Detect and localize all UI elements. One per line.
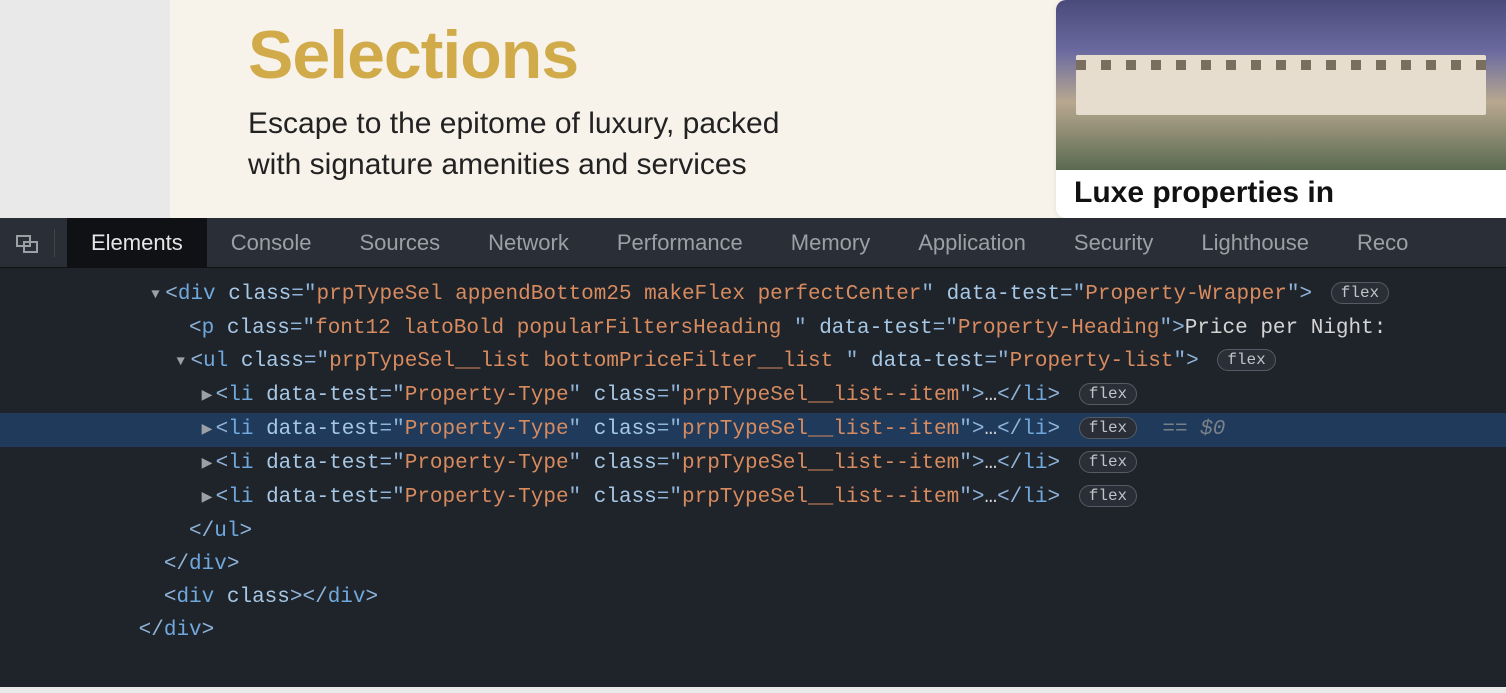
flex-badge: flex <box>1331 282 1389 304</box>
tab-network[interactable]: Network <box>464 218 593 268</box>
flex-badge: flex <box>1079 451 1137 473</box>
promo-card-caption: Luxe properties in <box>1056 170 1506 210</box>
devtools-tabbar: Elements Console Sources Network Perform… <box>0 218 1506 268</box>
expand-arrow-icon[interactable]: ▶ <box>202 414 216 447</box>
tab-performance[interactable]: Performance <box>593 218 767 268</box>
devtools-panel: Elements Console Sources Network Perform… <box>0 218 1506 687</box>
expand-arrow-icon[interactable]: ▶ <box>202 380 216 413</box>
flex-badge: flex <box>1079 485 1137 507</box>
hero-text: Selections Escape to the epitome of luxu… <box>170 0 779 218</box>
dock-icon[interactable] <box>12 228 42 258</box>
tab-console[interactable]: Console <box>207 218 336 268</box>
dom-node-list-item[interactable]: ▶<li data-test="Property-Type" class="pr… <box>0 379 1506 413</box>
dom-node-list-item[interactable]: ▶<li data-test="Property-Type" class="pr… <box>0 481 1506 515</box>
expand-arrow-icon[interactable]: ▼ <box>176 346 190 379</box>
tab-recorder[interactable]: Reco <box>1333 218 1432 268</box>
flex-badge: flex <box>1079 383 1137 405</box>
flex-badge: flex <box>1217 349 1275 371</box>
tab-elements[interactable]: Elements <box>67 218 207 268</box>
tab-security[interactable]: Security <box>1050 218 1177 268</box>
dom-node-close-ul[interactable]: </ul> <box>0 515 1506 548</box>
webpage-viewport: Selections Escape to the epitome of luxu… <box>0 0 1506 218</box>
expand-arrow-icon[interactable]: ▼ <box>151 279 165 312</box>
tab-application[interactable]: Application <box>894 218 1050 268</box>
hero-section: Selections Escape to the epitome of luxu… <box>170 0 1506 218</box>
dom-node-wrapper[interactable]: ▼<div class="prpTypeSel appendBottom25 m… <box>0 278 1506 312</box>
selected-node-indicator: == $0 <box>1162 418 1225 441</box>
subtitle-line-1: Escape to the epitome of luxury, packed <box>248 107 779 140</box>
expand-arrow-icon[interactable]: ▶ <box>202 448 216 481</box>
subtitle-line-2: with signature amenities and services <box>248 148 747 181</box>
tabbar-separator <box>54 229 55 257</box>
tab-memory[interactable]: Memory <box>767 218 894 268</box>
dom-node-list[interactable]: ▼<ul class="prpTypeSel__list bottomPrice… <box>0 345 1506 379</box>
dom-node-heading[interactable]: <p class="font12 latoBold popularFilters… <box>0 312 1506 345</box>
promo-card-image <box>1056 0 1506 170</box>
dom-node-close-div[interactable]: </div> <box>0 548 1506 581</box>
tab-sources[interactable]: Sources <box>335 218 464 268</box>
tab-lighthouse[interactable]: Lighthouse <box>1177 218 1333 268</box>
dom-node-list-item[interactable]: ▶<li data-test="Property-Type" class="pr… <box>0 413 1506 447</box>
dom-node-empty-div[interactable]: <div class></div> <box>0 581 1506 614</box>
page-title: Selections <box>248 16 779 94</box>
flex-badge: flex <box>1079 417 1137 439</box>
expand-arrow-icon[interactable]: ▶ <box>202 482 216 515</box>
dom-node-close-outer[interactable]: </div> <box>0 614 1506 647</box>
dom-node-list-item[interactable]: ▶<li data-test="Property-Type" class="pr… <box>0 447 1506 481</box>
dom-tree[interactable]: ▼<div class="prpTypeSel appendBottom25 m… <box>0 268 1506 687</box>
promo-card[interactable]: Luxe properties in <box>1056 0 1506 218</box>
page-subtitle: Escape to the epitome of luxury, packed … <box>248 104 779 185</box>
